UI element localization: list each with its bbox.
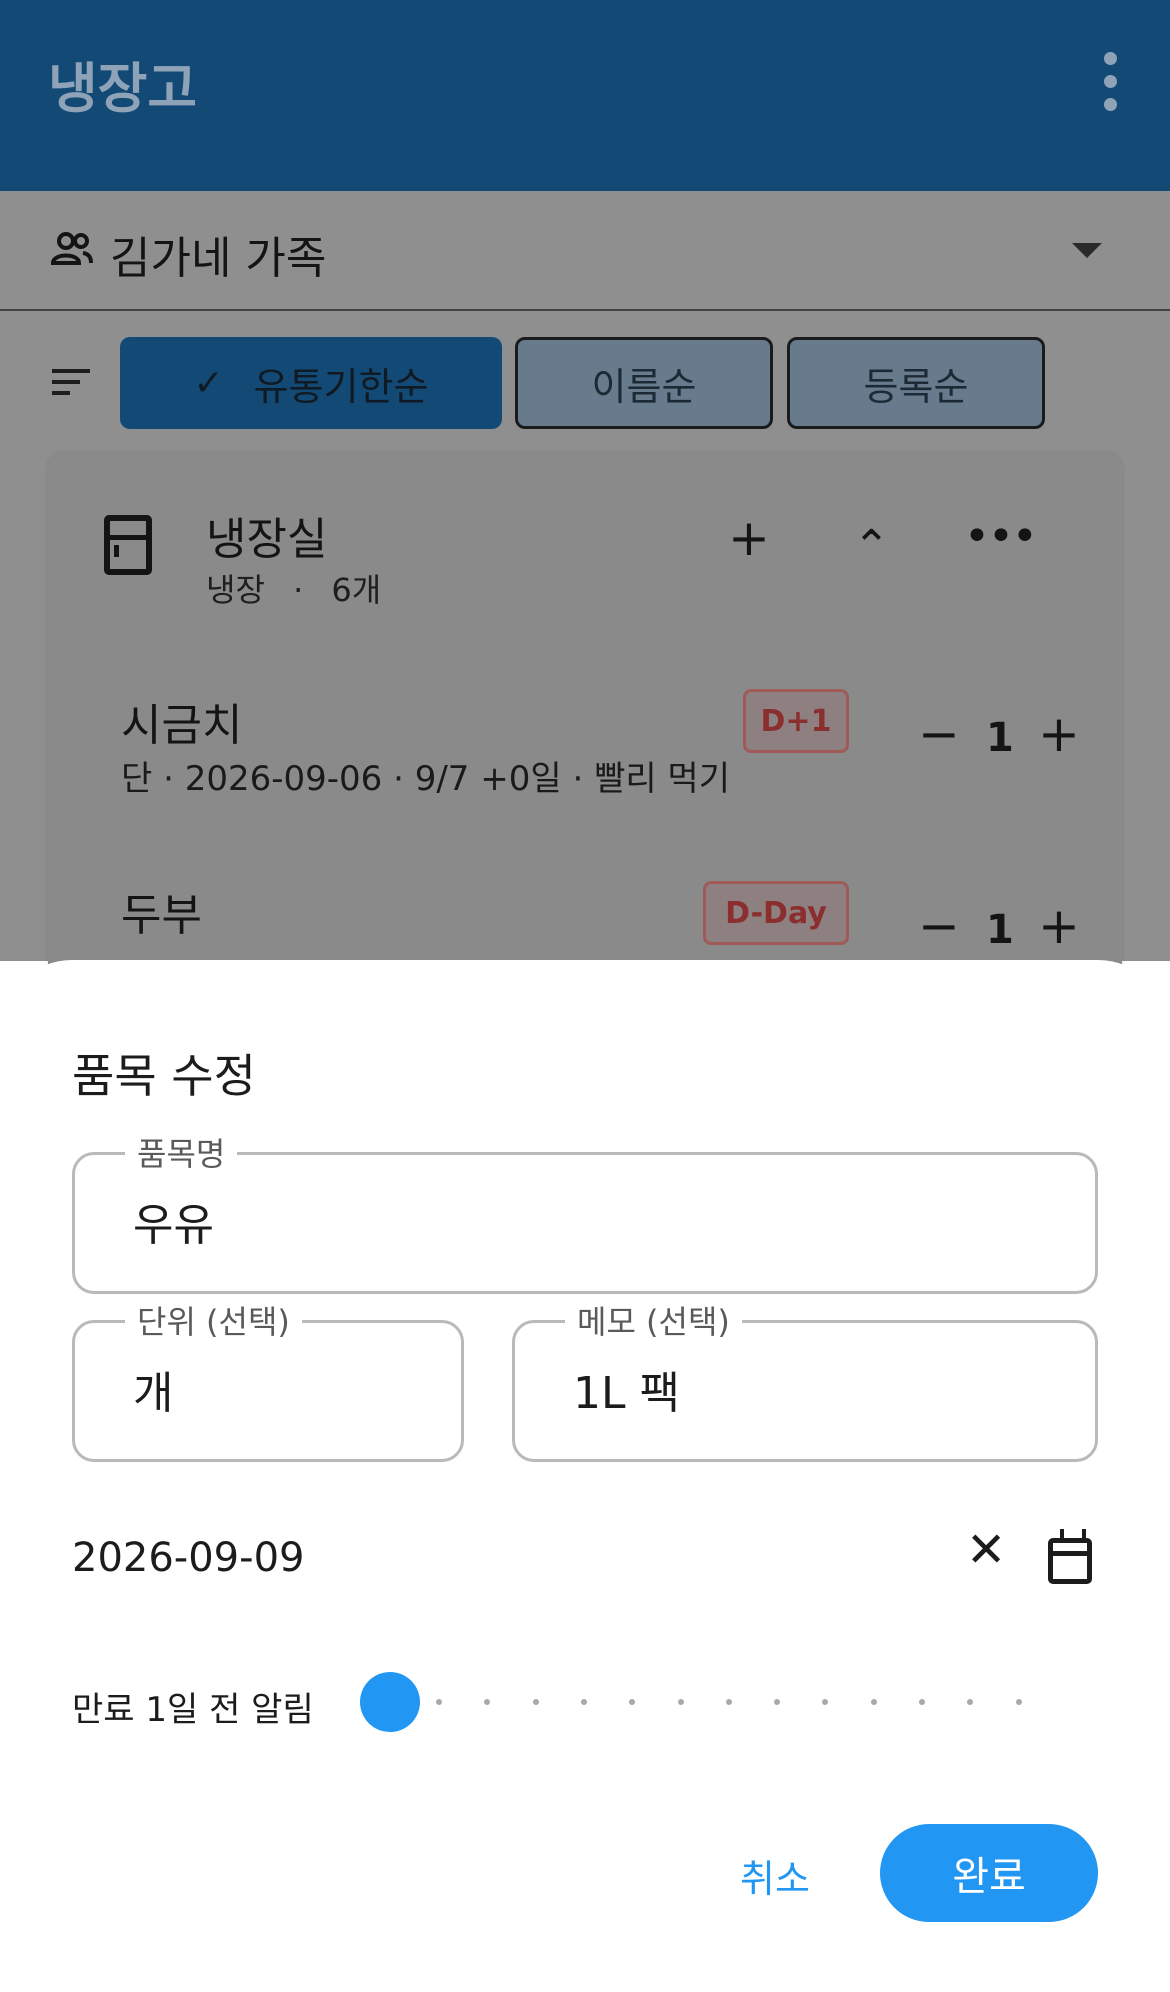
memo-value[interactable]: 1L 팩 bbox=[573, 1357, 1037, 1421]
app-title: 냉장고 bbox=[48, 57, 198, 120]
sheet-title: 품목 수정 bbox=[72, 1049, 256, 1103]
decrement-button[interactable]: − bbox=[918, 709, 960, 759]
slider-tick bbox=[580, 1699, 587, 1705]
more-vert-icon[interactable] bbox=[1092, 52, 1128, 116]
item-name[interactable]: 시금치 bbox=[121, 689, 242, 753]
arrow-drop-down-icon bbox=[1072, 243, 1102, 258]
item-detail: 단 · 2026-09-06 · 9/7 +0일 · 빨리 먹기 bbox=[121, 759, 730, 799]
unit-field[interactable]: 단위 (선택) 개 bbox=[72, 1297, 464, 1462]
increment-button[interactable]: + bbox=[1038, 709, 1080, 759]
alarm-label: 만료 1일 전 알림 bbox=[72, 1690, 314, 1730]
slider-tick bbox=[870, 1699, 877, 1705]
item-name-field[interactable]: 품목명 우유 bbox=[72, 1129, 1098, 1294]
sort-chip-expiry[interactable]: ✓ 유통기한순 bbox=[120, 337, 502, 429]
section-subtitle: 냉장 · 6개 bbox=[206, 565, 381, 611]
quantity-value: 1 bbox=[986, 715, 1014, 761]
cancel-button[interactable]: 취소 bbox=[720, 1840, 830, 1910]
people-icon bbox=[50, 232, 93, 265]
slider-tick bbox=[919, 1699, 925, 1705]
chevron-up-icon[interactable]: ⌃ bbox=[853, 525, 890, 569]
memo-label: 메모 (선택) bbox=[565, 1297, 742, 1343]
slider-tick bbox=[774, 1699, 781, 1705]
calendar-icon[interactable] bbox=[1048, 1529, 1092, 1584]
slider-tick bbox=[436, 1699, 442, 1705]
unit-value[interactable]: 개 bbox=[133, 1357, 442, 1421]
separator-dot: · bbox=[293, 571, 304, 609]
item-name-label: 품목명 bbox=[125, 1129, 238, 1175]
unit-label: 단위 (선택) bbox=[125, 1297, 302, 1343]
section-title: 냉장실 bbox=[206, 514, 328, 565]
content-area: ✓ 유통기한순 이름순 등록순 냉장실 냉장 · 6개 + ⌃ ••• 시금치 … bbox=[0, 311, 1170, 993]
dday-badge: D-Day bbox=[703, 881, 849, 945]
slider-tick bbox=[532, 1699, 539, 1705]
slider-tick bbox=[484, 1699, 491, 1705]
slider-tick bbox=[967, 1699, 974, 1705]
sort-chip-label: 등록순 bbox=[863, 364, 969, 409]
slider-tick bbox=[677, 1699, 684, 1705]
decrement-button[interactable]: − bbox=[918, 901, 960, 951]
done-button[interactable]: 완료 bbox=[880, 1824, 1098, 1922]
sort-icon[interactable] bbox=[52, 369, 90, 402]
app-bar: 냉장고 bbox=[0, 0, 1170, 191]
close-icon[interactable]: ✕ bbox=[966, 1526, 1006, 1574]
alarm-days-slider[interactable] bbox=[360, 1660, 1040, 1740]
memo-field[interactable]: 메모 (선택) 1L 팩 bbox=[512, 1297, 1098, 1462]
expiry-date[interactable]: 2026-09-09 bbox=[72, 1535, 304, 1581]
family-name: 김가네 가족 bbox=[110, 233, 327, 284]
slider-tick bbox=[822, 1699, 829, 1705]
item-name[interactable]: 두부 bbox=[121, 879, 202, 943]
dday-badge: D+1 bbox=[743, 689, 849, 753]
increment-button[interactable]: + bbox=[1038, 901, 1080, 951]
sort-chip-registered[interactable]: 등록순 bbox=[787, 337, 1045, 429]
fridge-icon bbox=[104, 515, 152, 575]
quantity-value: 1 bbox=[986, 907, 1014, 953]
fridge-section-card: 냉장실 냉장 · 6개 + ⌃ ••• 시금치 D+1 단 · 2026-09-… bbox=[48, 453, 1122, 993]
slider-tick bbox=[629, 1699, 636, 1705]
slider-thumb[interactable] bbox=[360, 1672, 420, 1732]
slider-tick bbox=[725, 1699, 732, 1705]
add-item-icon[interactable]: + bbox=[728, 513, 770, 563]
slider-tick bbox=[1015, 1699, 1022, 1705]
edit-item-sheet: 품목 수정 품목명 우유 단위 (선택) 개 메모 (선택) 1L 팩 2026… bbox=[0, 960, 1170, 1992]
sort-chip-label: 이름순 bbox=[591, 364, 697, 409]
item-name-value[interactable]: 우유 bbox=[133, 1189, 949, 1253]
sort-chip-label: 유통기한순 bbox=[253, 364, 429, 409]
sort-chip-name[interactable]: 이름순 bbox=[515, 337, 773, 429]
family-selector[interactable]: 김가네 가족 bbox=[0, 191, 1170, 311]
check-icon: ✓ bbox=[193, 362, 224, 404]
section-count: 6개 bbox=[331, 571, 382, 609]
section-storage: 냉장 bbox=[206, 571, 265, 609]
more-horiz-icon[interactable]: ••• bbox=[964, 515, 1038, 559]
